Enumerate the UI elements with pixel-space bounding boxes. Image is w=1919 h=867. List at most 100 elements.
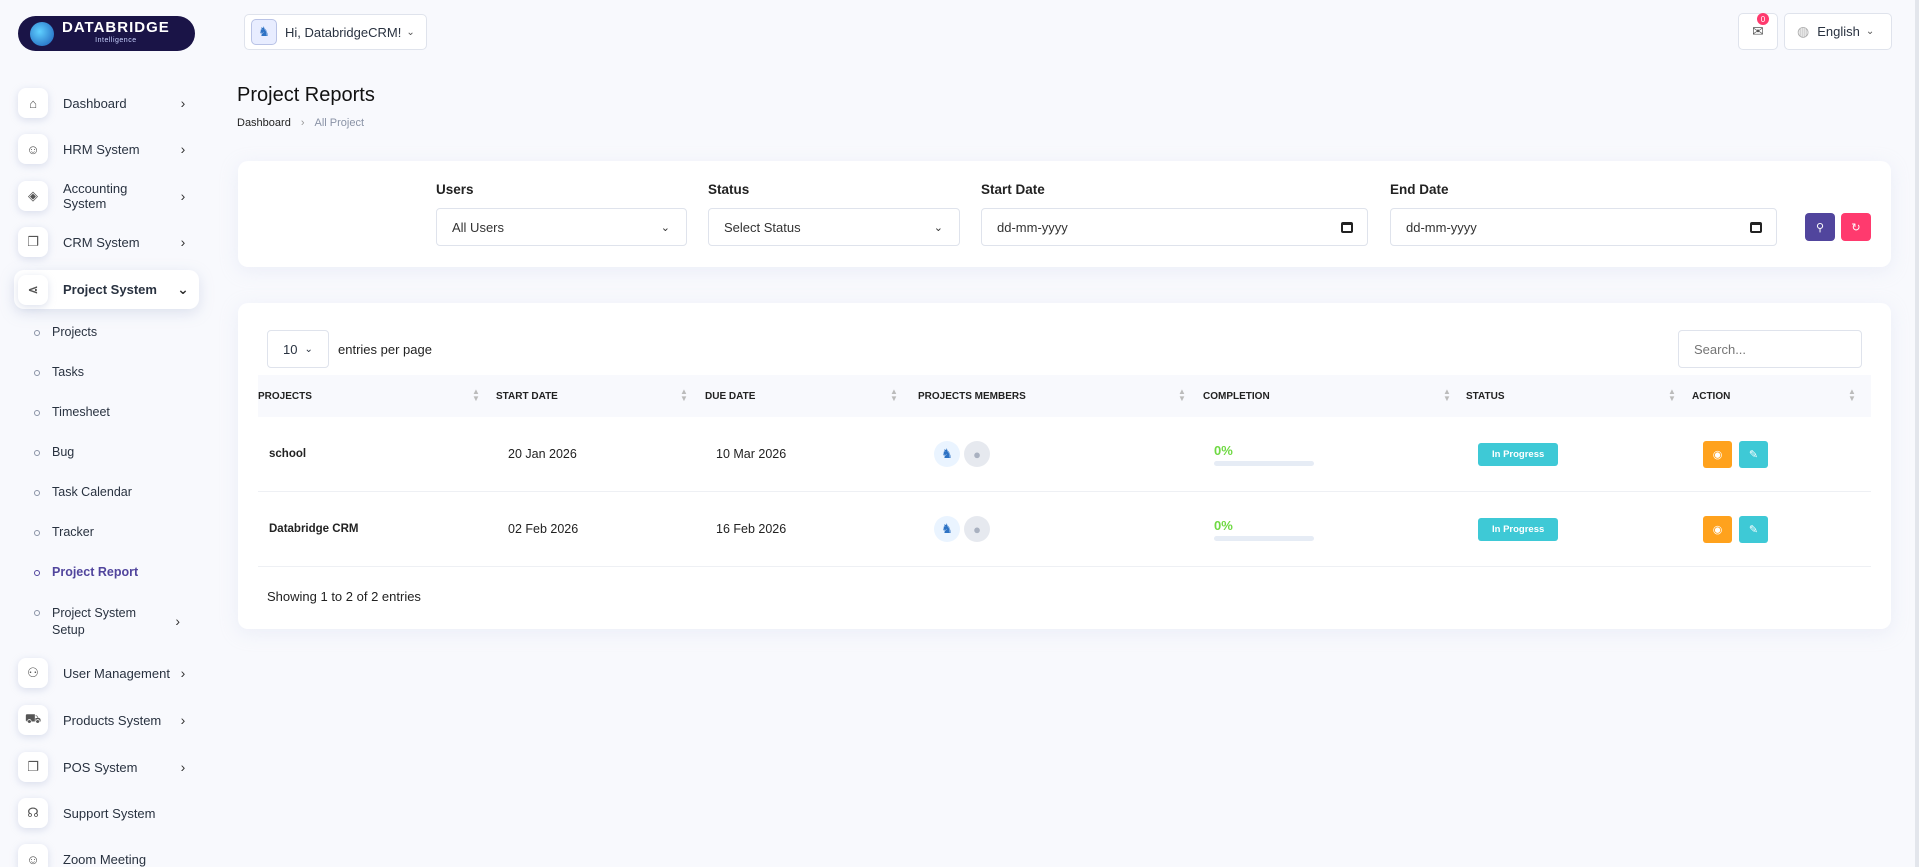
column-header-due-date[interactable]: Due Date: [705, 375, 755, 417]
notifications-button[interactable]: ✉ 0: [1738, 13, 1778, 50]
completion-progress-bar: [1214, 460, 1314, 466]
language-selector[interactable]: ◍ English ⌄: [1784, 13, 1892, 50]
sidebar-subitem-label: Task Calendar: [52, 485, 132, 499]
sort-icon[interactable]: ▲ ▼: [890, 388, 898, 403]
sort-icon[interactable]: ▲ ▼: [1668, 388, 1676, 403]
status-badge: In Progress: [1478, 442, 1559, 466]
page-title: Project Reports: [237, 84, 375, 106]
search-icon: ⚲: [1815, 221, 1825, 234]
calendar-icon[interactable]: [1750, 221, 1762, 233]
start-date-input[interactable]: dd-mm-yyyy: [981, 208, 1368, 246]
reset-button[interactable]: ↻: [1841, 213, 1871, 241]
sidebar-item-products-system[interactable]: ⛟ Products System ›: [14, 701, 199, 739]
sidebar-subitem-timesheet[interactable]: Timesheet: [34, 405, 204, 419]
language-label: English: [1817, 24, 1860, 39]
action-cell: ◉ ✎: [1703, 417, 1775, 491]
sidebar-subitem-tracker[interactable]: Tracker: [34, 525, 204, 539]
sidebar-item-user-management[interactable]: ⚇ User Management ›: [14, 654, 199, 692]
search-button[interactable]: ⚲: [1805, 213, 1835, 241]
pencil-icon: ✎: [1748, 523, 1759, 536]
calendar-icon[interactable]: [1341, 221, 1353, 233]
project-name: school: [269, 448, 307, 460]
user-menu-button[interactable]: ♞ Hi, DatabridgeCRM! ⌄: [244, 14, 427, 50]
sidebar-item-label: Dashboard: [63, 95, 127, 111]
bullet-icon: [34, 450, 40, 456]
entries-per-page-label: entries per page: [338, 342, 432, 357]
sidebar-item-project-system[interactable]: ⋖ Project System ⌄: [14, 270, 199, 309]
sidebar-subitem-task-calendar[interactable]: Task Calendar: [34, 485, 204, 499]
column-header-completion[interactable]: Completion: [1203, 375, 1270, 417]
sidebar-subitem-label: Project Report: [52, 565, 139, 579]
status-select[interactable]: Select Status ⌄: [708, 208, 960, 246]
sidebar-item-accounting-system[interactable]: ◈ Accounting System ›: [14, 177, 199, 215]
sort-icon[interactable]: ▲ ▼: [472, 388, 480, 403]
bullet-icon: [34, 370, 40, 376]
status-cell: In Progress: [1478, 492, 1559, 566]
member-avatar[interactable]: ♞: [934, 516, 960, 542]
chevron-right-icon: ›: [180, 234, 186, 250]
sort-icon[interactable]: ▲ ▼: [680, 388, 688, 403]
brand-logo[interactable]: DATABRIDGE Intelligence: [18, 16, 195, 51]
sidebar-item-crm-system[interactable]: ❐ CRM System ›: [14, 223, 199, 261]
bullet-icon: [34, 610, 40, 616]
chevron-down-icon: ⌄: [177, 281, 189, 297]
sidebar-subitem-project-report[interactable]: Project Report: [34, 565, 204, 579]
sidebar-subitem-tasks[interactable]: Tasks: [34, 365, 204, 379]
edit-button[interactable]: ✎: [1739, 515, 1768, 543]
home-icon: ⌂: [18, 88, 48, 118]
sort-icon[interactable]: ▲ ▼: [1443, 388, 1451, 403]
page-scrollbar[interactable]: [1915, 0, 1919, 867]
member-avatar[interactable]: ●: [964, 441, 990, 467]
view-button[interactable]: ◉: [1703, 440, 1732, 468]
sidebar-subitem-project-system-setup[interactable]: Project System Setup ›: [34, 605, 204, 641]
headset-icon: ☊: [18, 798, 48, 828]
sidebar-item-support-system[interactable]: ☊ Support System: [14, 794, 199, 832]
table-header: Projects ▲ ▼ Start Date ▲ ▼ Due Date ▲ ▼ Pr…: [258, 375, 1871, 417]
edit-button[interactable]: ✎: [1739, 440, 1768, 468]
chevron-down-icon: ⌄: [304, 343, 313, 355]
users-icon: ⚇: [18, 658, 48, 688]
member-avatar[interactable]: ♞: [934, 441, 960, 467]
sidebar-subitem-projects[interactable]: Projects: [34, 325, 204, 339]
column-header-projects-members[interactable]: Projects Members: [918, 375, 1026, 417]
start-date-label: Start Date: [981, 182, 1045, 197]
box-icon: ◈: [18, 181, 48, 211]
table-row: Databridge CRM 02 Feb 2026 16 Feb 2026 ♞…: [258, 492, 1871, 567]
sidebar-item-zoom-meeting[interactable]: ☺ Zoom Meeting: [14, 840, 199, 867]
sidebar-subitem-label: Projects: [52, 325, 98, 339]
column-header-status[interactable]: Status: [1466, 375, 1505, 417]
breadcrumb-separator-icon: ›: [300, 117, 305, 129]
users-select[interactable]: All Users ⌄: [436, 208, 687, 246]
sort-icon[interactable]: ▲ ▼: [1178, 388, 1186, 403]
table-search-input[interactable]: [1678, 330, 1862, 368]
notification-count-badge: 0: [1757, 13, 1769, 25]
sidebar-item-label: Project System: [63, 282, 157, 297]
sidebar-item-hrm-system[interactable]: ☺ HRM System ›: [14, 130, 199, 168]
sidebar-item-label: Support System: [63, 805, 156, 821]
column-header-projects[interactable]: Projects: [258, 375, 312, 417]
project-members: ♞ ●: [934, 492, 994, 566]
sidebar-item-dashboard[interactable]: ⌂ Dashboard ›: [14, 84, 199, 122]
completion-cell: 0%: [1214, 417, 1314, 491]
sort-icon[interactable]: ▲ ▼: [1848, 388, 1856, 403]
user-video-icon: ☺: [18, 844, 48, 867]
chevron-down-icon: ⌄: [406, 26, 415, 38]
member-avatar[interactable]: ●: [964, 516, 990, 542]
refresh-icon: ↻: [1851, 221, 1861, 234]
action-cell: ◉ ✎: [1703, 492, 1775, 566]
sidebar-subitem-label: Timesheet: [52, 405, 110, 419]
column-header-action[interactable]: Action: [1692, 375, 1730, 417]
column-header-start-date[interactable]: Start Date: [496, 375, 558, 417]
sidebar-subitem-label: Tracker: [52, 525, 94, 539]
sidebar-item-pos-system[interactable]: ❐ POS System ›: [14, 748, 199, 786]
share-icon: ⋖: [18, 274, 48, 305]
breadcrumb-link-dashboard[interactable]: Dashboard: [237, 117, 291, 129]
sidebar-subitem-bug[interactable]: Bug: [34, 445, 204, 459]
sidebar-item-label: POS System: [63, 759, 138, 775]
completion-cell: 0%: [1214, 492, 1314, 566]
view-button[interactable]: ◉: [1703, 515, 1732, 543]
entries-per-page-select[interactable]: 10 ⌄: [267, 330, 329, 368]
end-date-input[interactable]: dd-mm-yyyy: [1390, 208, 1777, 246]
chat-icon: ✉: [1752, 23, 1764, 39]
status-filter-label: Status: [708, 182, 750, 197]
